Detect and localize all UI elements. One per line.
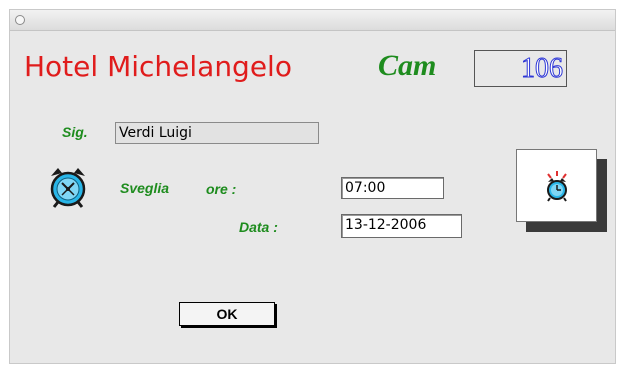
alarm-clock-icon: [48, 164, 88, 208]
room-number: 106: [521, 53, 564, 85]
wakeup-date-input[interactable]: 13-12-2006: [341, 214, 462, 238]
guest-label: Sig.: [62, 124, 88, 140]
time-label: ore :: [206, 181, 237, 197]
hotel-title: Hotel Michelangelo: [24, 50, 292, 83]
ringing-alarm-icon: [547, 171, 567, 202]
wakeup-time-input[interactable]: 07:00: [341, 177, 444, 199]
guest-name-field: Verdi Luigi: [115, 122, 319, 144]
room-number-field: 106: [474, 50, 567, 87]
room-label: Cam: [378, 49, 437, 82]
set-alarm-button[interactable]: [516, 149, 597, 222]
ok-button[interactable]: OK: [179, 302, 275, 326]
wakeup-label: Sveglia: [120, 180, 170, 196]
window-titlebar[interactable]: [10, 10, 615, 31]
date-label: Data :: [239, 219, 278, 235]
close-circle-icon[interactable]: [15, 15, 25, 25]
